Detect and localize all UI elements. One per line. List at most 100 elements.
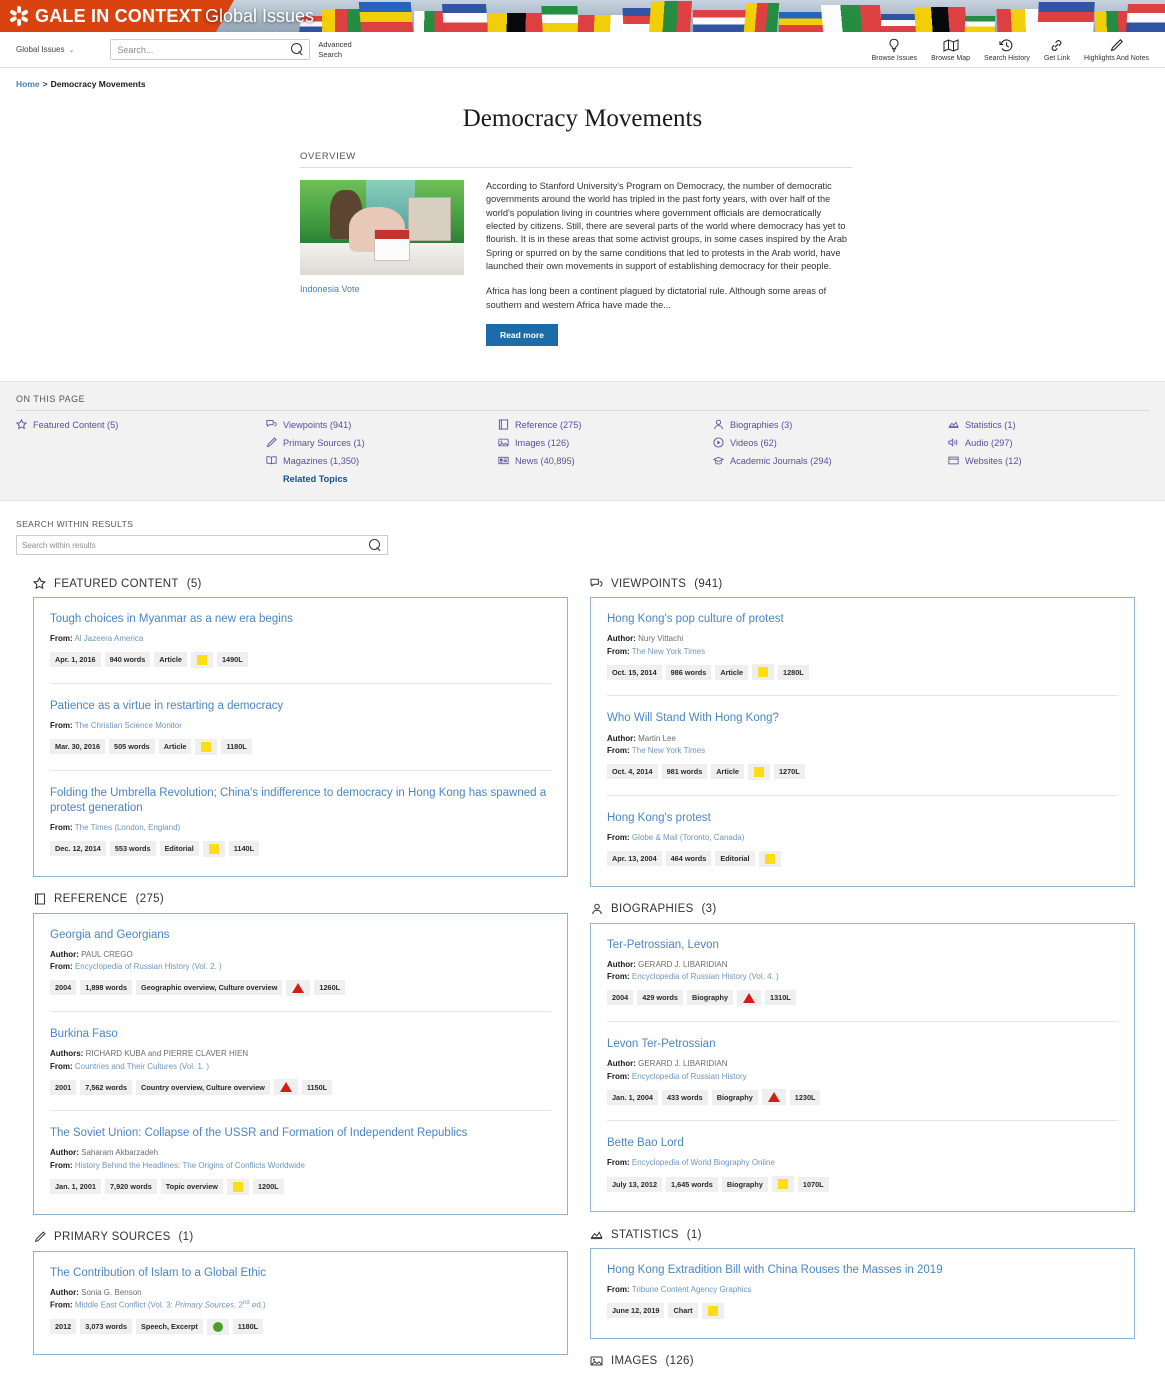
otp-link-academic-journals[interactable]: Academic Journals (294) [713, 455, 948, 466]
entry-source: From: Middle East Conflict (Vol. 3: Prim… [50, 1299, 551, 1311]
entry-badges: June 12, 2019 Chart [607, 1302, 1118, 1319]
from-value[interactable]: Middle East Conflict [75, 1301, 146, 1310]
entry-title[interactable]: Tough choices in Myanmar as a new era be… [50, 612, 551, 627]
from-value[interactable]: Encyclopedia of Russian History [632, 1072, 747, 1081]
on-this-page-column-1: Featured Content (5) [16, 419, 266, 484]
search-within-box[interactable] [16, 535, 388, 556]
entry-badges: Oct. 15, 2014 986 words Article 1280L [607, 664, 1118, 681]
breadcrumb-home-link[interactable]: Home [16, 79, 40, 89]
search-within-icon[interactable] [369, 538, 382, 552]
read-more-button[interactable]: Read more [486, 324, 558, 347]
level-yellow-icon [197, 654, 207, 665]
otp-link-images[interactable]: Images (126) [498, 437, 713, 448]
from-value[interactable]: The New York Times [632, 647, 705, 656]
entry-title[interactable]: Folding the Umbrella Revolution; China's… [50, 786, 551, 816]
on-this-page-section: ON THIS PAGE Featured Content (5) Viewpo… [0, 381, 1165, 502]
entry-badges: 2004 429 words Biography 1310L [607, 989, 1118, 1006]
from-value[interactable]: Encyclopedia of Russian History (Vol. 4.… [632, 972, 779, 981]
otp-link-featured-content[interactable]: Featured Content (5) [16, 419, 266, 430]
otp-link-statistics[interactable]: Statistics (1) [948, 419, 1022, 430]
entry-title[interactable]: Ter-Petrossian, Levon [607, 938, 1118, 953]
entry-title[interactable]: The Soviet Union: Collapse of the USSR a… [50, 1126, 551, 1141]
otp-link-magazines[interactable]: Magazines (1,350) [266, 455, 498, 466]
primary-sources-card: The Contribution of Islam to a Global Et… [33, 1250, 568, 1355]
from-label: From: [607, 646, 630, 656]
otp-link-websites[interactable]: Websites (12) [948, 455, 1022, 466]
badge-doc-type: Chart [668, 1303, 698, 1319]
entry-title[interactable]: Hong Kong's protest [607, 811, 1118, 826]
otp-link-audio[interactable]: Audio (297) [948, 437, 1022, 448]
badge-date: Jan. 1, 2004 [607, 1089, 658, 1105]
entry-source: From: Encyclopedia of Russian History [607, 1071, 1118, 1083]
result-entry: Patience as a virtue in restarting a dem… [50, 682, 551, 758]
section-count: (5) [186, 577, 202, 590]
from-value[interactable]: Countries and Their Cultures (Vol. 1. ) [75, 1062, 209, 1071]
database-select[interactable]: Global Issues ⌄ [10, 41, 80, 58]
from-value[interactable]: The Times (London, England) [75, 823, 180, 832]
section-title: STATISTICS [611, 1228, 679, 1241]
entry-badges: 2001 7,562 words Country overview, Cultu… [50, 1079, 551, 1096]
tool-browse-map[interactable]: Browse Map [931, 38, 970, 62]
level-yellow-icon [707, 1305, 718, 1316]
level-red-icon [743, 992, 756, 1003]
search-input[interactable] [111, 40, 292, 59]
tool-highlights-and-notes[interactable]: Highlights And Notes [1084, 38, 1149, 62]
entry-title[interactable]: Burkina Faso [50, 1027, 551, 1042]
otp-link-biographies[interactable]: Biographies (3) [713, 419, 948, 430]
overview-image[interactable] [300, 180, 464, 275]
from-value[interactable]: Globe & Mail (Toronto, Canada) [632, 833, 745, 842]
advanced-search-link[interactable]: Advanced Search [318, 40, 362, 59]
overview-paragraph-2: Africa has long been a continent plagued… [486, 286, 827, 310]
search-within-input[interactable] [17, 536, 369, 555]
author-label: Author: [50, 1148, 79, 1158]
search-icon[interactable] [291, 43, 304, 56]
otp-link-primary-sources[interactable]: Primary Sources (1) [266, 437, 498, 448]
from-value[interactable]: Tribune Content Agency Graphics [632, 1285, 752, 1294]
chart-icon [590, 1228, 603, 1241]
entry-title[interactable]: Patience as a virtue in restarting a dem… [50, 699, 551, 714]
entry-title[interactable]: The Contribution of Islam to a Global Et… [50, 1266, 551, 1281]
from-value[interactable]: The Christian Science Monitor [75, 721, 182, 730]
entry-author: Author: GERARD J. LIBARIDIAN [607, 959, 1118, 971]
badge-word-count: 7,562 words [80, 1079, 133, 1095]
section-header-viewpoints: VIEWPOINTS (941) [590, 577, 1135, 590]
from-value[interactable]: History Behind the Headlines: The Origin… [75, 1161, 305, 1170]
author-value: Sonia G. Benson [81, 1287, 142, 1297]
speech-bubbles-icon [590, 577, 603, 590]
entry-title[interactable]: Hong Kong Extradition Bill with China Ro… [607, 1263, 1118, 1278]
section-header-biographies: BIOGRAPHIES (3) [590, 903, 1135, 916]
overview-image-caption[interactable]: Indonesia Vote [300, 284, 464, 294]
from-label: From: [607, 832, 630, 842]
from-value[interactable]: Al Jazeera America [74, 634, 143, 643]
from-value[interactable]: Encyclopedia of Russian History (Vol. 2.… [75, 962, 222, 971]
tool-browse-issues[interactable]: Browse Issues [872, 38, 917, 62]
entry-author: Authors: RICHARD KUBA and PIERRE CLAVER … [50, 1048, 551, 1060]
result-entry: The Soviet Union: Collapse of the USSR a… [50, 1110, 551, 1197]
entry-title[interactable]: Hong Kong's pop culture of protest [607, 612, 1118, 627]
result-entry: Hong Kong's pop culture of protest Autho… [607, 612, 1118, 683]
otp-link-news[interactable]: News (40,895) [498, 455, 713, 466]
level-red-icon [292, 982, 305, 993]
author-value: GERARD J. LIBARIDIAN [638, 959, 728, 969]
badge-lexile: 1260L [314, 980, 346, 996]
entry-title[interactable]: Levon Ter-Petrossian [607, 1037, 1118, 1052]
brand-logo[interactable]: GALE IN CONTEXT [0, 0, 235, 32]
from-label: From: [607, 1071, 630, 1081]
tool-get-link[interactable]: Get Link [1044, 38, 1070, 62]
entry-title[interactable]: Georgia and Georgians [50, 928, 551, 943]
otp-link-videos[interactable]: Videos (62) [713, 437, 948, 448]
related-topics-link[interactable]: Related Topics [283, 474, 498, 484]
from-value[interactable]: The New York Times [632, 746, 705, 755]
otp-link-viewpoints[interactable]: Viewpoints (941) [266, 419, 498, 430]
overview-text: According to Stanford University's Progr… [486, 180, 852, 347]
otp-link-reference[interactable]: Reference (275) [498, 419, 713, 430]
entry-source: From: Globe & Mail (Toronto, Canada) [607, 832, 1118, 844]
entry-title[interactable]: Bette Bao Lord [607, 1136, 1118, 1151]
tool-search-history[interactable]: Search History [984, 38, 1030, 62]
result-entry: Hong Kong Extradition Bill with China Ro… [607, 1263, 1118, 1322]
badge-word-count: 3,073 words [80, 1319, 133, 1335]
entry-title[interactable]: Who Will Stand With Hong Kong? [607, 711, 1118, 726]
badge-lexile: 1490L [217, 652, 248, 668]
from-value[interactable]: Encyclopedia of World Biography Online [632, 1158, 775, 1167]
search-box[interactable] [110, 39, 311, 60]
